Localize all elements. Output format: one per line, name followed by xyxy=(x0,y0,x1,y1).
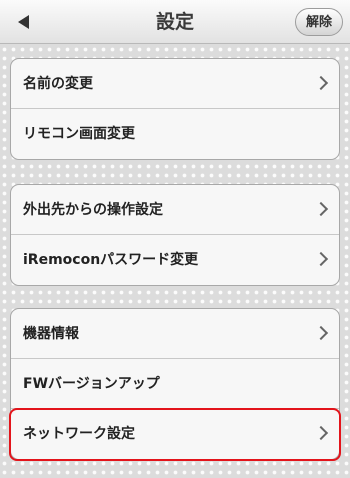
settings-group-2: 外出先からの操作設定 iRemoconパスワード変更 xyxy=(10,184,340,286)
row-network-settings[interactable]: ネットワーク設定 xyxy=(11,409,339,459)
row-device-info[interactable]: 機器情報 xyxy=(11,309,339,359)
row-label: ネットワーク設定 xyxy=(23,426,135,442)
settings-group-3: 機器情報 FWバージョンアップ ネットワーク設定 xyxy=(10,308,340,460)
row-label: 機器情報 xyxy=(23,326,79,342)
row-label: リモコン画面変更 xyxy=(23,126,135,142)
chevron-right-icon xyxy=(313,251,329,267)
release-button[interactable]: 解除 xyxy=(294,8,343,36)
chevron-right-icon xyxy=(313,75,329,91)
settings-group-1: 名前の変更 リモコン画面変更 xyxy=(10,58,340,160)
chevron-right-icon xyxy=(313,201,329,217)
row-password-change[interactable]: iRemoconパスワード変更 xyxy=(11,235,339,285)
nav-bar: 設定 解除 xyxy=(0,0,350,44)
chevron-right-icon xyxy=(313,325,329,341)
row-label: 外出先からの操作設定 xyxy=(23,202,163,218)
row-label: FWバージョンアップ xyxy=(23,376,160,392)
row-label: iRemoconパスワード変更 xyxy=(23,252,199,268)
row-rename[interactable]: 名前の変更 xyxy=(11,59,339,109)
row-remote-screen-change[interactable]: リモコン画面変更 xyxy=(11,109,339,159)
row-label: 名前の変更 xyxy=(23,76,93,92)
chevron-right-icon xyxy=(313,425,329,441)
row-fw-update[interactable]: FWバージョンアップ xyxy=(11,359,339,409)
row-remote-operation-settings[interactable]: 外出先からの操作設定 xyxy=(11,185,339,235)
